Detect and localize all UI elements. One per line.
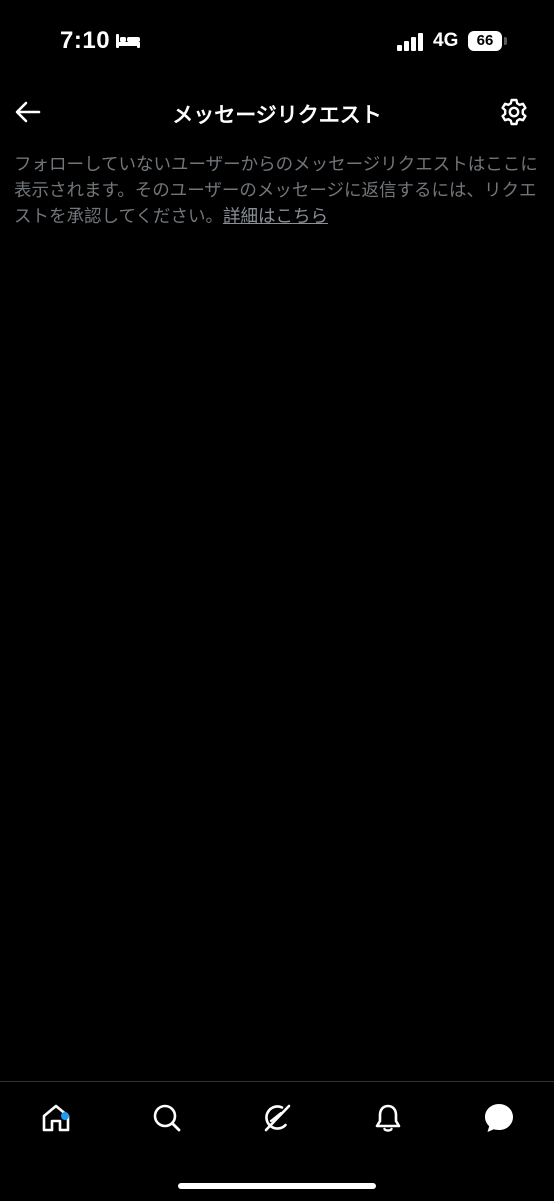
nav-notifications[interactable]	[366, 1098, 410, 1142]
grok-icon	[260, 1101, 294, 1139]
search-icon	[151, 1102, 183, 1138]
battery-indicator: 66	[468, 31, 502, 51]
learn-more-link[interactable]: 詳細はこちら	[223, 207, 328, 227]
gear-icon	[499, 97, 529, 131]
battery-tip	[504, 37, 507, 45]
home-icon	[40, 1102, 72, 1138]
header: メッセージリクエスト	[0, 84, 554, 144]
messages-icon	[482, 1101, 516, 1139]
request-description: フォローしていないユーザーからのメッセージリクエストはここに表示されます。そのユ…	[14, 152, 540, 230]
nav-home[interactable]	[34, 1098, 78, 1142]
network-type: 4G	[433, 30, 459, 51]
bell-icon	[372, 1102, 404, 1138]
home-indicator	[178, 1183, 376, 1189]
status-bar: 7:10 4G 66	[0, 0, 554, 84]
status-time: 7:10	[60, 27, 111, 54]
signal-bars-icon	[396, 33, 426, 51]
page-title: メッセージリクエスト	[172, 103, 382, 127]
nav-messages[interactable]	[477, 1098, 521, 1142]
nav-search[interactable]	[145, 1098, 189, 1142]
sleep-focus-icon	[115, 32, 141, 50]
notification-dot	[61, 1112, 69, 1120]
nav-grok[interactable]	[255, 1098, 299, 1142]
settings-button[interactable]	[496, 96, 532, 132]
